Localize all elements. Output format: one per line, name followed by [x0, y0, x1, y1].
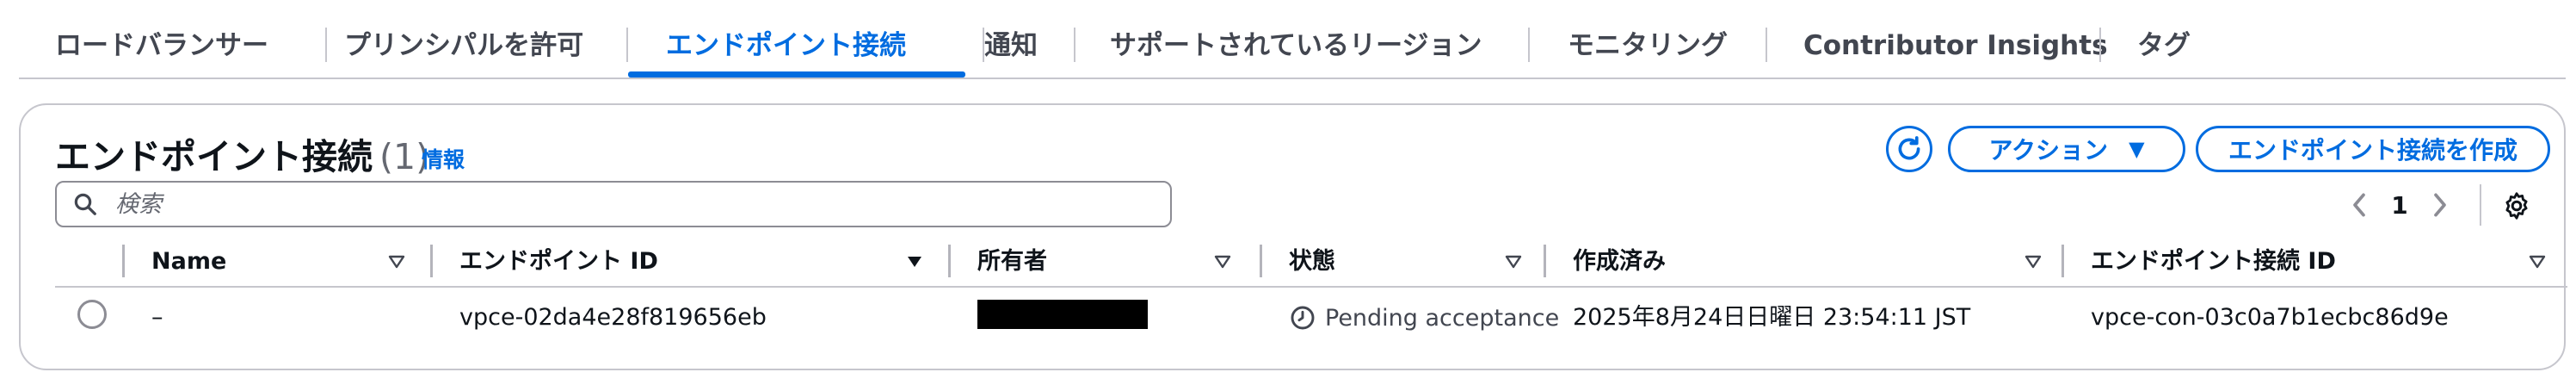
- tab-load-balancers[interactable]: ロードバランサー: [55, 22, 268, 69]
- actions-dropdown-button[interactable]: アクション ▼: [1948, 126, 2185, 172]
- tab-separator: [1766, 28, 1767, 62]
- tab-tags[interactable]: タグ: [2137, 22, 2191, 69]
- column-separator: [430, 245, 433, 277]
- clock-icon: [1291, 306, 1315, 330]
- previous-page-button[interactable]: [2340, 186, 2378, 224]
- tab-bar: ロードバランサー プリンシパルを許可 エンドポイント接続 通知 サポートされてい…: [19, 0, 2566, 79]
- column-separator: [2061, 245, 2064, 277]
- preferences-button[interactable]: [2499, 188, 2535, 224]
- status-badge: Pending acceptance: [1289, 296, 1559, 339]
- tab-separator: [626, 28, 628, 62]
- sort-icon[interactable]: [2524, 243, 2550, 281]
- tab-separator: [325, 28, 327, 62]
- actions-label: アクション: [1988, 136, 2109, 164]
- tab-notifications[interactable]: 通知: [984, 22, 1038, 69]
- search-box: [55, 181, 1172, 227]
- sort-icon[interactable]: [2020, 243, 2046, 281]
- column-header-connection-id[interactable]: エンドポイント接続 ID: [2091, 243, 2336, 281]
- column-header-name[interactable]: Name: [151, 243, 226, 281]
- pagination: 1: [2340, 186, 2459, 224]
- tab-endpoint-connections[interactable]: エンドポイント接続: [666, 22, 906, 69]
- tab-separator: [1074, 28, 1075, 62]
- gear-icon: [2505, 192, 2528, 220]
- search-icon: [74, 193, 96, 215]
- chevron-right-icon: [2434, 193, 2446, 217]
- status-text: Pending acceptance: [1325, 304, 1560, 332]
- tab-supported-regions[interactable]: サポートされているリージョン: [1110, 22, 1482, 69]
- info-link[interactable]: 情報: [422, 143, 465, 174]
- row-select-radio[interactable]: [77, 300, 107, 329]
- sort-icon[interactable]: [1501, 243, 1526, 281]
- cell-created: 2025年8月24日日曜日 23:54:11 JST: [1573, 304, 1971, 331]
- cell-connection-id: vpce-con-03c0a7b1ecbc86d9e: [2091, 304, 2449, 331]
- column-separator: [948, 245, 951, 277]
- refresh-icon: [1898, 136, 1920, 160]
- search-input[interactable]: [114, 189, 1129, 219]
- pagination-separator: [2480, 184, 2481, 226]
- page-number[interactable]: 1: [2378, 191, 2421, 220]
- column-separator: [122, 245, 125, 277]
- cell-endpoint-id: vpce-02da4e28f819656eb: [459, 304, 767, 331]
- sort-icon[interactable]: [1210, 243, 1236, 281]
- chevron-left-icon: [2353, 193, 2365, 217]
- tab-separator: [2099, 28, 2101, 62]
- sort-descending-icon[interactable]: [902, 243, 927, 281]
- tab-contributor-insights[interactable]: Contributor Insights: [1803, 22, 2108, 69]
- column-header-state[interactable]: 状態: [1289, 243, 1335, 281]
- caret-down-icon: ▼: [2129, 137, 2145, 161]
- cell-name: –: [151, 304, 163, 331]
- table-header-divider: [55, 286, 2567, 288]
- next-page-button[interactable]: [2421, 186, 2459, 224]
- endpoint-connections-panel: エンドポイント接続(1) 情報 アクション ▼ エンドポイント接続を作成 1: [19, 103, 2567, 370]
- panel-title: エンドポイント接続: [55, 136, 373, 177]
- column-header-created[interactable]: 作成済み: [1573, 243, 1666, 281]
- column-header-endpoint-id[interactable]: エンドポイント ID: [459, 243, 658, 281]
- refresh-button[interactable]: [1886, 126, 1932, 172]
- redacted-owner: [977, 300, 1148, 329]
- page-title: エンドポイント接続 (1): [55, 127, 429, 179]
- column-header-owner[interactable]: 所有者: [977, 243, 1047, 281]
- tab-separator: [1528, 28, 1530, 62]
- active-tab-indicator: [628, 71, 965, 78]
- column-separator: [1260, 245, 1262, 277]
- column-separator: [1544, 245, 1546, 277]
- tab-allow-principals[interactable]: プリンシパルを許可: [344, 22, 583, 69]
- create-endpoint-connection-button[interactable]: エンドポイント接続を作成: [2196, 126, 2550, 172]
- sort-icon[interactable]: [384, 243, 410, 281]
- tab-monitoring[interactable]: モニタリング: [1568, 22, 1728, 69]
